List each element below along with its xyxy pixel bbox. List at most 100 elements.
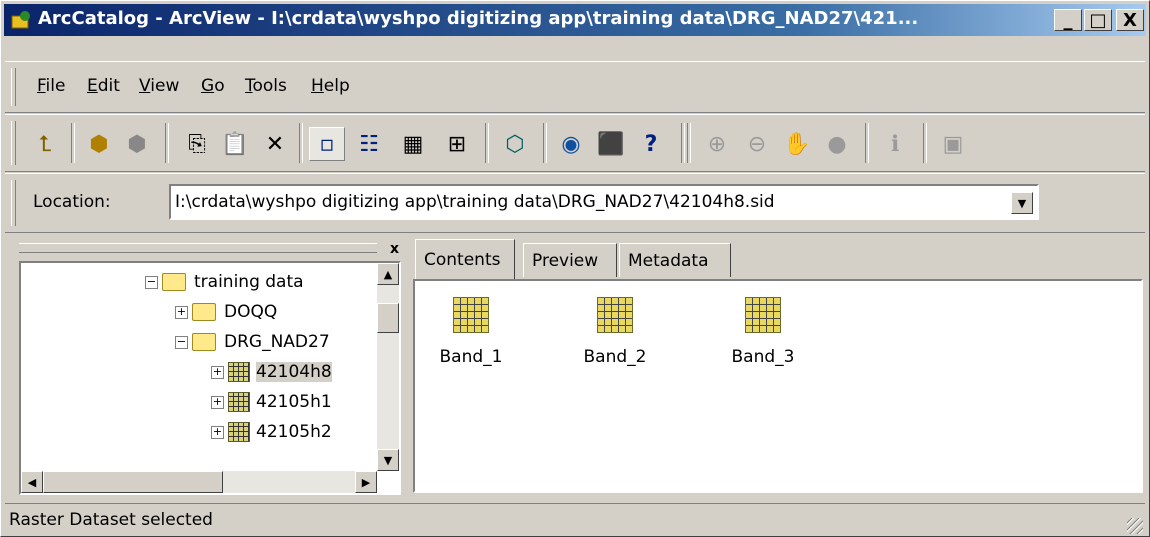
toolbar-separator [71,123,75,163]
tab-contents[interactable]: Contents [415,239,515,279]
menu-tools[interactable]: Tools [245,76,287,96]
menu-view[interactable]: View [139,76,179,96]
status-bar: Raster Dataset selected [5,503,1145,536]
thumbnails-icon[interactable]: ⊞ [439,127,475,161]
toolbar-grip[interactable] [11,121,16,165]
tree-item-drg-nad27[interactable]: − DRG_NAD27 [175,329,330,355]
collapse-icon[interactable]: − [175,335,188,349]
identify-icon[interactable]: ℹ [877,127,913,161]
minimize-button[interactable]: _ [1054,9,1082,31]
window-title: ArcCatalog - ArcView - I:\crdata\wyshpo … [38,8,919,29]
tree-item-42104h8[interactable]: + 42104h8 [211,359,332,385]
menu-edit[interactable]: Edit [87,76,120,96]
tree-item-label: DRG_NAD27 [224,332,330,352]
toolbar-separator [681,123,685,163]
arctoolbox-icon[interactable]: ⬛ [593,127,629,161]
close-button[interactable]: X [1116,9,1144,31]
collapse-icon[interactable]: − [145,275,158,289]
tree-item-42105h2[interactable]: + 42105h2 [211,419,332,445]
tree-item-label: 42105h1 [256,392,332,412]
tree-item-label: 42105h2 [256,422,332,442]
folder-icon [162,273,186,291]
scroll-up-arrow-icon[interactable]: ▲ [377,263,399,285]
location-input[interactable]: I:\crdata\wyshpo digitizing app\training… [169,184,1039,220]
tree-item-42105h1[interactable]: + 42105h1 [211,389,332,415]
menu-go[interactable]: Go [201,76,225,96]
tree-item-label: 42104h8 [256,362,332,382]
expand-icon[interactable]: + [211,365,224,379]
scroll-right-arrow-icon[interactable]: ▶ [355,471,377,493]
contents-view[interactable]: Band_1 Band_2 Band_3 [413,279,1143,493]
zoom-in-icon[interactable]: ⊕ [699,127,735,161]
tree-item-training-data[interactable]: − training data [145,269,304,295]
toolbar-separator [485,123,489,163]
location-label: Location: [33,192,111,212]
pane-grip[interactable] [19,243,377,253]
toolbar-separator [165,123,169,163]
tab-preview[interactable]: Preview [523,243,617,277]
resize-grip-icon[interactable] [1127,518,1143,534]
expand-icon[interactable]: + [211,395,224,409]
scroll-down-arrow-icon[interactable]: ▼ [377,449,399,471]
scroll-left-arrow-icon[interactable]: ◀ [21,471,43,493]
status-text: Raster Dataset selected [9,510,213,530]
folder-icon [192,333,216,351]
catalog-tree[interactable]: − training data + DOQQ − DRG_NAD27 + 421… [19,261,401,495]
launch-arcmap-icon[interactable]: ⬡ [497,127,533,161]
standard-toolbar: ⮤ ⬢ ⬢ ⎘ 📋 ✕ ▫ ☷ ▦ ⊞ ⬡ ◉ ⬛ ? ⊕ ⊖ ✋ ● ℹ ▣ [5,114,1145,172]
connect-folder-icon[interactable]: ⬢ [81,127,117,161]
band-label: Band_2 [583,347,647,367]
tree-vertical-scrollbar[interactable]: ▲ ▼ [377,263,399,471]
catalog-tree-pane: x − training data + DOQQ − DRG_NAD27 + 4… [13,237,405,495]
list-icon[interactable]: ☷ [351,127,387,161]
disconnect-folder-icon[interactable]: ⬢ [119,127,155,161]
location-dropdown-button[interactable]: ▼ [1011,192,1033,214]
tree-item-label: training data [194,272,304,292]
details-icon[interactable]: ▦ [395,127,431,161]
menu-bar-grip[interactable] [11,68,16,106]
list-item-band-2[interactable]: Band_2 [565,297,665,367]
delete-icon[interactable]: ✕ [257,127,293,161]
raster-dataset-icon [228,362,250,382]
create-thumbnail-icon[interactable]: ▣ [935,127,971,161]
tab-metadata[interactable]: Metadata [619,243,731,277]
full-extent-icon[interactable]: ● [819,127,855,161]
toolbar-separator [687,123,691,163]
title-bar[interactable]: ArcCatalog - ArcView - I:\crdata\wyshpo … [4,4,1146,36]
raster-band-icon [597,297,633,333]
zoom-out-icon[interactable]: ⊖ [739,127,775,161]
folder-icon [192,303,216,321]
raster-band-icon [453,297,489,333]
paste-icon[interactable]: 📋 [217,127,253,161]
expand-icon[interactable]: + [175,305,188,319]
toolbar-separator [299,123,303,163]
maximize-button[interactable]: □ [1084,9,1112,31]
copy-icon[interactable]: ⎘ [179,127,215,161]
scroll-thumb[interactable] [43,471,223,493]
tree-horizontal-scrollbar[interactable]: ◀ ▶ [21,471,377,493]
whats-this-icon[interactable]: ? [633,127,669,161]
list-item-band-3[interactable]: Band_3 [713,297,813,367]
tree-item-label: DOQQ [224,302,278,322]
band-label: Band_3 [731,347,795,367]
tree-pane-close-button[interactable]: x [390,241,399,257]
tree-pane-header[interactable]: x [13,237,405,261]
large-icons-icon[interactable]: ▫ [309,127,345,161]
arccatalog-app-icon [11,11,30,29]
toolbar-separator [865,123,869,163]
expand-icon[interactable]: + [211,425,224,439]
list-item-band-1[interactable]: Band_1 [421,297,521,367]
raster-dataset-icon [228,392,250,412]
pan-icon[interactable]: ✋ [779,127,815,161]
arccatalog-window: ArcCatalog - ArcView - I:\crdata\wyshpo … [0,0,1150,537]
tree-item-doqq[interactable]: + DOQQ [175,299,277,325]
toolbar-separator [543,123,547,163]
search-icon[interactable]: ◉ [553,127,589,161]
location-bar-grip[interactable] [11,180,16,226]
menu-file[interactable]: File [37,76,65,96]
menu-help[interactable]: Help [311,76,350,96]
band-label: Band_1 [439,347,503,367]
up-one-level-icon[interactable]: ⮤ [27,127,63,161]
location-value: I:\crdata\wyshpo digitizing app\training… [175,192,775,212]
scroll-thumb[interactable] [377,303,399,333]
